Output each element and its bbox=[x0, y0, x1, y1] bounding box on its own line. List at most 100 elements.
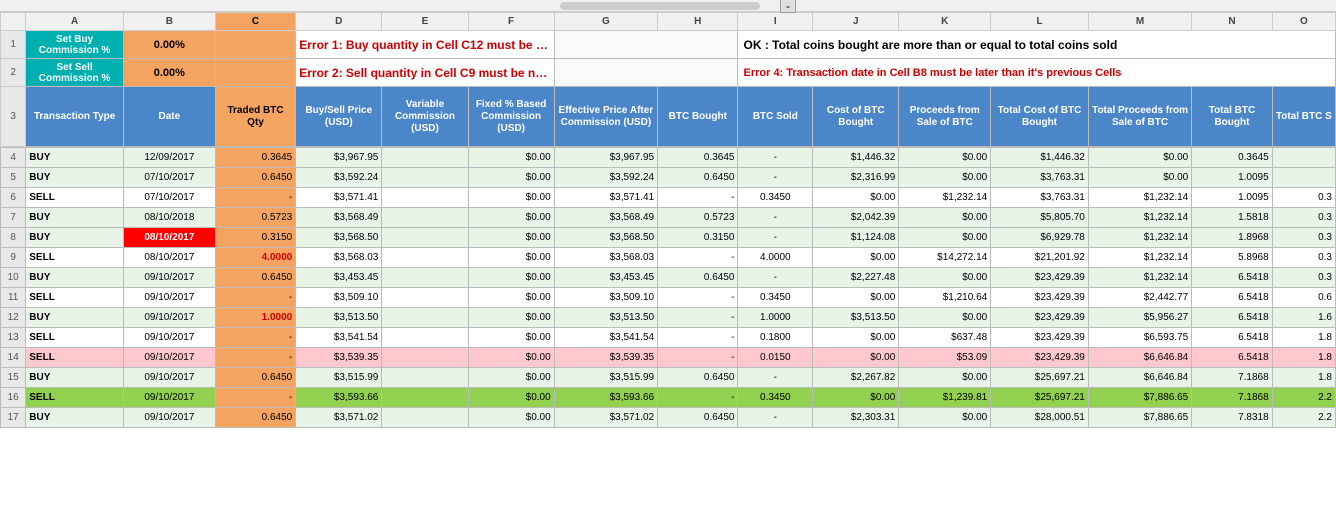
cell-fixed-comm[interactable]: $0.00 bbox=[468, 288, 554, 308]
cell-total-proc[interactable]: $6,646.84 bbox=[1088, 368, 1191, 388]
cell-var-comm[interactable] bbox=[382, 288, 468, 308]
cell-total-proc[interactable]: $1,232.14 bbox=[1088, 268, 1191, 288]
cell-price[interactable]: $3,453.45 bbox=[296, 268, 382, 288]
cell-var-comm[interactable] bbox=[382, 208, 468, 228]
cell-total-cost[interactable]: $5,805.70 bbox=[991, 208, 1089, 228]
cell-proc-sale[interactable]: $1,239.81 bbox=[899, 388, 991, 408]
cell-price[interactable]: $3,513.50 bbox=[296, 308, 382, 328]
cell-price[interactable]: $3,541.54 bbox=[296, 328, 382, 348]
cell-proc-sale[interactable]: $1,232.14 bbox=[899, 188, 991, 208]
cell-type[interactable]: SELL bbox=[26, 348, 124, 368]
cell-btc-sold[interactable]: - bbox=[738, 408, 813, 428]
cell-eff-price[interactable]: $3,515.99 bbox=[554, 368, 657, 388]
cell-total-btc-bought[interactable]: 1.0095 bbox=[1192, 188, 1272, 208]
cell-date[interactable]: 08/10/2018 bbox=[123, 208, 215, 228]
cell-total-btc-s[interactable] bbox=[1272, 168, 1335, 188]
cell-qty[interactable]: 0.6450 bbox=[215, 168, 295, 188]
cell-total-cost[interactable]: $3,763.31 bbox=[991, 168, 1089, 188]
cell-var-comm[interactable] bbox=[382, 308, 468, 328]
cell-total-btc-s[interactable]: 0.3 bbox=[1272, 188, 1335, 208]
cell-price[interactable]: $3,593.66 bbox=[296, 388, 382, 408]
cell-fixed-comm[interactable]: $0.00 bbox=[468, 188, 554, 208]
cell-total-btc-s[interactable]: 0.3 bbox=[1272, 228, 1335, 248]
cell-btc-sold[interactable]: 0.3450 bbox=[738, 388, 813, 408]
cell-price[interactable]: $3,515.99 bbox=[296, 368, 382, 388]
cell-total-btc-s[interactable] bbox=[1272, 148, 1335, 168]
cell-type[interactable]: BUY bbox=[26, 268, 124, 288]
cell-qty[interactable]: 0.3645 bbox=[215, 148, 295, 168]
cell-total-proc[interactable]: $0.00 bbox=[1088, 168, 1191, 188]
cell-type[interactable]: BUY bbox=[26, 368, 124, 388]
cell-var-comm[interactable] bbox=[382, 268, 468, 288]
cell-date[interactable]: 08/10/2017 bbox=[123, 228, 215, 248]
cell-btc-bought[interactable]: - bbox=[658, 288, 738, 308]
cell-eff-price[interactable]: $3,568.49 bbox=[554, 208, 657, 228]
cell-fixed-comm[interactable]: $0.00 bbox=[468, 208, 554, 228]
cell-type[interactable]: BUY bbox=[26, 208, 124, 228]
cell-btc-sold[interactable]: 1.0000 bbox=[738, 308, 813, 328]
cell-cost-bought[interactable]: $2,303.31 bbox=[813, 408, 899, 428]
cell-total-btc-s[interactable]: 1.6 bbox=[1272, 308, 1335, 328]
cell-type[interactable]: SELL bbox=[26, 248, 124, 268]
cell-total-proc[interactable]: $6,646.84 bbox=[1088, 348, 1191, 368]
cell-total-proc[interactable]: $1,232.14 bbox=[1088, 248, 1191, 268]
cell-total-proc[interactable]: $1,232.14 bbox=[1088, 188, 1191, 208]
cell-var-comm[interactable] bbox=[382, 408, 468, 428]
cell-fixed-comm[interactable]: $0.00 bbox=[468, 388, 554, 408]
scroll-area[interactable]: - bbox=[0, 0, 1336, 12]
cell-type[interactable]: SELL bbox=[26, 288, 124, 308]
cell-var-comm[interactable] bbox=[382, 148, 468, 168]
cell-btc-bought[interactable]: - bbox=[658, 308, 738, 328]
cell-eff-price[interactable]: $3,568.50 bbox=[554, 228, 657, 248]
cell-btc-bought[interactable]: 0.5723 bbox=[658, 208, 738, 228]
cell-qty[interactable]: 0.6450 bbox=[215, 408, 295, 428]
cell-btc-sold[interactable]: - bbox=[738, 228, 813, 248]
cell-eff-price[interactable]: $3,541.54 bbox=[554, 328, 657, 348]
cell-fixed-comm[interactable]: $0.00 bbox=[468, 228, 554, 248]
cell-total-btc-s[interactable]: 1.8 bbox=[1272, 328, 1335, 348]
cell-date[interactable]: 09/10/2017 bbox=[123, 288, 215, 308]
cell-proc-sale[interactable]: $0.00 bbox=[899, 208, 991, 228]
cell-total-proc[interactable]: $1,232.14 bbox=[1088, 228, 1191, 248]
cell-qty[interactable]: - bbox=[215, 188, 295, 208]
cell-total-btc-s[interactable]: 1.8 bbox=[1272, 348, 1335, 368]
cell-total-cost[interactable]: $25,697.21 bbox=[991, 368, 1089, 388]
cell-fixed-comm[interactable]: $0.00 bbox=[468, 368, 554, 388]
cell-total-btc-bought[interactable]: 7.1868 bbox=[1192, 388, 1272, 408]
cell-total-btc-bought[interactable]: 6.5418 bbox=[1192, 328, 1272, 348]
minus-button[interactable]: - bbox=[780, 0, 796, 13]
cell-price[interactable]: $3,592.24 bbox=[296, 168, 382, 188]
cell-type[interactable]: SELL bbox=[26, 388, 124, 408]
cell-total-cost[interactable]: $23,429.39 bbox=[991, 288, 1089, 308]
cell-cost-bought[interactable]: $0.00 bbox=[813, 328, 899, 348]
cell-date[interactable]: 08/10/2017 bbox=[123, 248, 215, 268]
cell-price[interactable]: $3,568.49 bbox=[296, 208, 382, 228]
cell-total-btc-bought[interactable]: 0.3645 bbox=[1192, 148, 1272, 168]
cell-total-btc-bought[interactable]: 6.5418 bbox=[1192, 348, 1272, 368]
cell-total-cost[interactable]: $1,446.32 bbox=[991, 148, 1089, 168]
cell-qty[interactable]: 0.6450 bbox=[215, 368, 295, 388]
cell-btc-sold[interactable]: 0.0150 bbox=[738, 348, 813, 368]
cell-cost-bought[interactable]: $0.00 bbox=[813, 348, 899, 368]
cell-total-cost[interactable]: $23,429.39 bbox=[991, 328, 1089, 348]
cell-total-btc-s[interactable]: 2.2 bbox=[1272, 388, 1335, 408]
cell-proc-sale[interactable]: $0.00 bbox=[899, 308, 991, 328]
cell-total-btc-s[interactable]: 0.6 bbox=[1272, 288, 1335, 308]
cell-var-comm[interactable] bbox=[382, 188, 468, 208]
cell-proc-sale[interactable]: $637.48 bbox=[899, 328, 991, 348]
cell-btc-bought[interactable]: 0.6450 bbox=[658, 408, 738, 428]
cell-type[interactable]: BUY bbox=[26, 228, 124, 248]
cell-btc-bought[interactable]: - bbox=[658, 388, 738, 408]
cell-fixed-comm[interactable]: $0.00 bbox=[468, 268, 554, 288]
cell-fixed-comm[interactable]: $0.00 bbox=[468, 248, 554, 268]
cell-date[interactable]: 07/10/2017 bbox=[123, 168, 215, 188]
cell-btc-sold[interactable]: - bbox=[738, 168, 813, 188]
cell-btc-sold[interactable]: - bbox=[738, 368, 813, 388]
cell-price[interactable]: $3,571.02 bbox=[296, 408, 382, 428]
cell-cost-bought[interactable]: $0.00 bbox=[813, 188, 899, 208]
cell-qty[interactable]: - bbox=[215, 348, 295, 368]
cell-cost-bought[interactable]: $0.00 bbox=[813, 288, 899, 308]
cell-total-cost[interactable]: $25,697.21 bbox=[991, 388, 1089, 408]
cell-fixed-comm[interactable]: $0.00 bbox=[468, 328, 554, 348]
cell-btc-bought[interactable]: 0.3150 bbox=[658, 228, 738, 248]
